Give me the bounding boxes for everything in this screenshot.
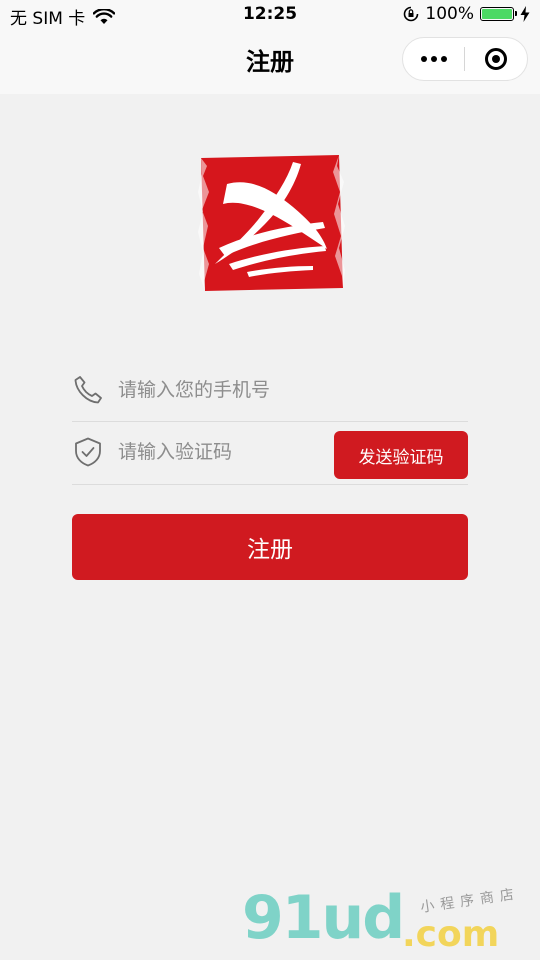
code-input[interactable] — [118, 436, 328, 468]
status-bar: 无 SIM 卡 12:25 100% — [0, 0, 540, 30]
watermark-suffix: .com — [402, 914, 500, 955]
register-screen: 无 SIM 卡 12:25 100% 注册 请输入您的手机号 请输入验证码 发送… — [0, 0, 540, 960]
code-row: 发送验证码 — [72, 422, 468, 485]
more-button[interactable] — [403, 38, 464, 80]
phone-input[interactable] — [118, 374, 458, 406]
phone-row — [72, 360, 468, 422]
watermark-logo: 91ud — [242, 883, 405, 953]
register-button[interactable]: 注册 — [72, 514, 468, 580]
status-right: 100% — [403, 4, 530, 24]
miniprogram-capsule — [402, 37, 528, 81]
close-button[interactable] — [465, 38, 526, 80]
battery-fill — [482, 9, 512, 19]
watermark-tagline: 小程序商店 — [419, 886, 521, 916]
phone-icon — [74, 376, 102, 404]
battery-percent: 100% — [425, 4, 474, 24]
target-circle-icon — [484, 48, 507, 70]
more-dots-icon — [420, 56, 447, 62]
rotation-lock-icon — [404, 6, 419, 22]
nav-bar: 注册 — [0, 30, 540, 94]
battery-icon — [480, 7, 517, 21]
watermark: 91ud 小程序商店 .com — [242, 886, 532, 960]
shield-check-icon — [75, 437, 101, 467]
brand-logo — [198, 155, 345, 291]
bolt-icon — [520, 6, 530, 22]
send-code-button[interactable]: 发送验证码 — [334, 431, 468, 479]
